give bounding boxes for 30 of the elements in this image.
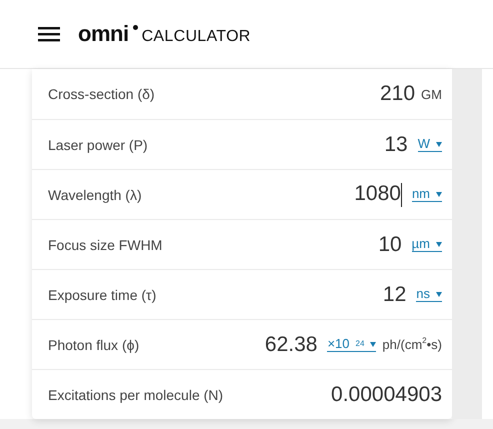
value-field[interactable]: 13: [384, 132, 408, 156]
logo-dot-icon: [132, 25, 138, 30]
unit-dropdown[interactable]: ×10$^{24}$: [327, 337, 376, 352]
unit-dropdown[interactable]: µm: [412, 237, 442, 252]
value-field[interactable]: 0.00004903: [331, 382, 442, 406]
caret-icon: [436, 192, 442, 196]
unit-dropdown[interactable]: nm: [412, 187, 442, 202]
field-label: Photon flux (ϕ): [48, 336, 140, 352]
value-field[interactable]: 62.38: [264, 332, 318, 356]
logo-mark[interactable]: omni: [78, 22, 129, 46]
unit-dropdown[interactable]: ns: [416, 287, 442, 302]
field-label: Focus size FWHM: [48, 236, 164, 252]
value-field[interactable]: 12: [382, 282, 406, 306]
caret-icon: [436, 292, 442, 296]
caret-icon: [436, 142, 442, 146]
unit-label: ph/(cm$^{2}$•s): [382, 337, 442, 352]
unit-dropdown[interactable]: W: [418, 137, 442, 152]
logo-text[interactable]: CALCULATOR: [142, 28, 251, 46]
caret-icon: [370, 342, 376, 346]
field-label: Excitations per molecule (N): [48, 386, 224, 402]
field-label: Exposure time (τ): [48, 286, 158, 302]
field-label: Laser power (P): [48, 136, 149, 152]
value-field[interactable]: 210: [380, 82, 416, 106]
value-field[interactable]: 10: [378, 232, 402, 256]
value-field[interactable]: 1080: [354, 182, 402, 207]
field-label: Cross-section (δ): [48, 86, 156, 102]
field-label: Wavelength (λ): [48, 186, 143, 202]
unit-label: GM: [421, 86, 442, 102]
menu-icon[interactable]: [38, 26, 60, 42]
caret-icon: [436, 242, 442, 246]
